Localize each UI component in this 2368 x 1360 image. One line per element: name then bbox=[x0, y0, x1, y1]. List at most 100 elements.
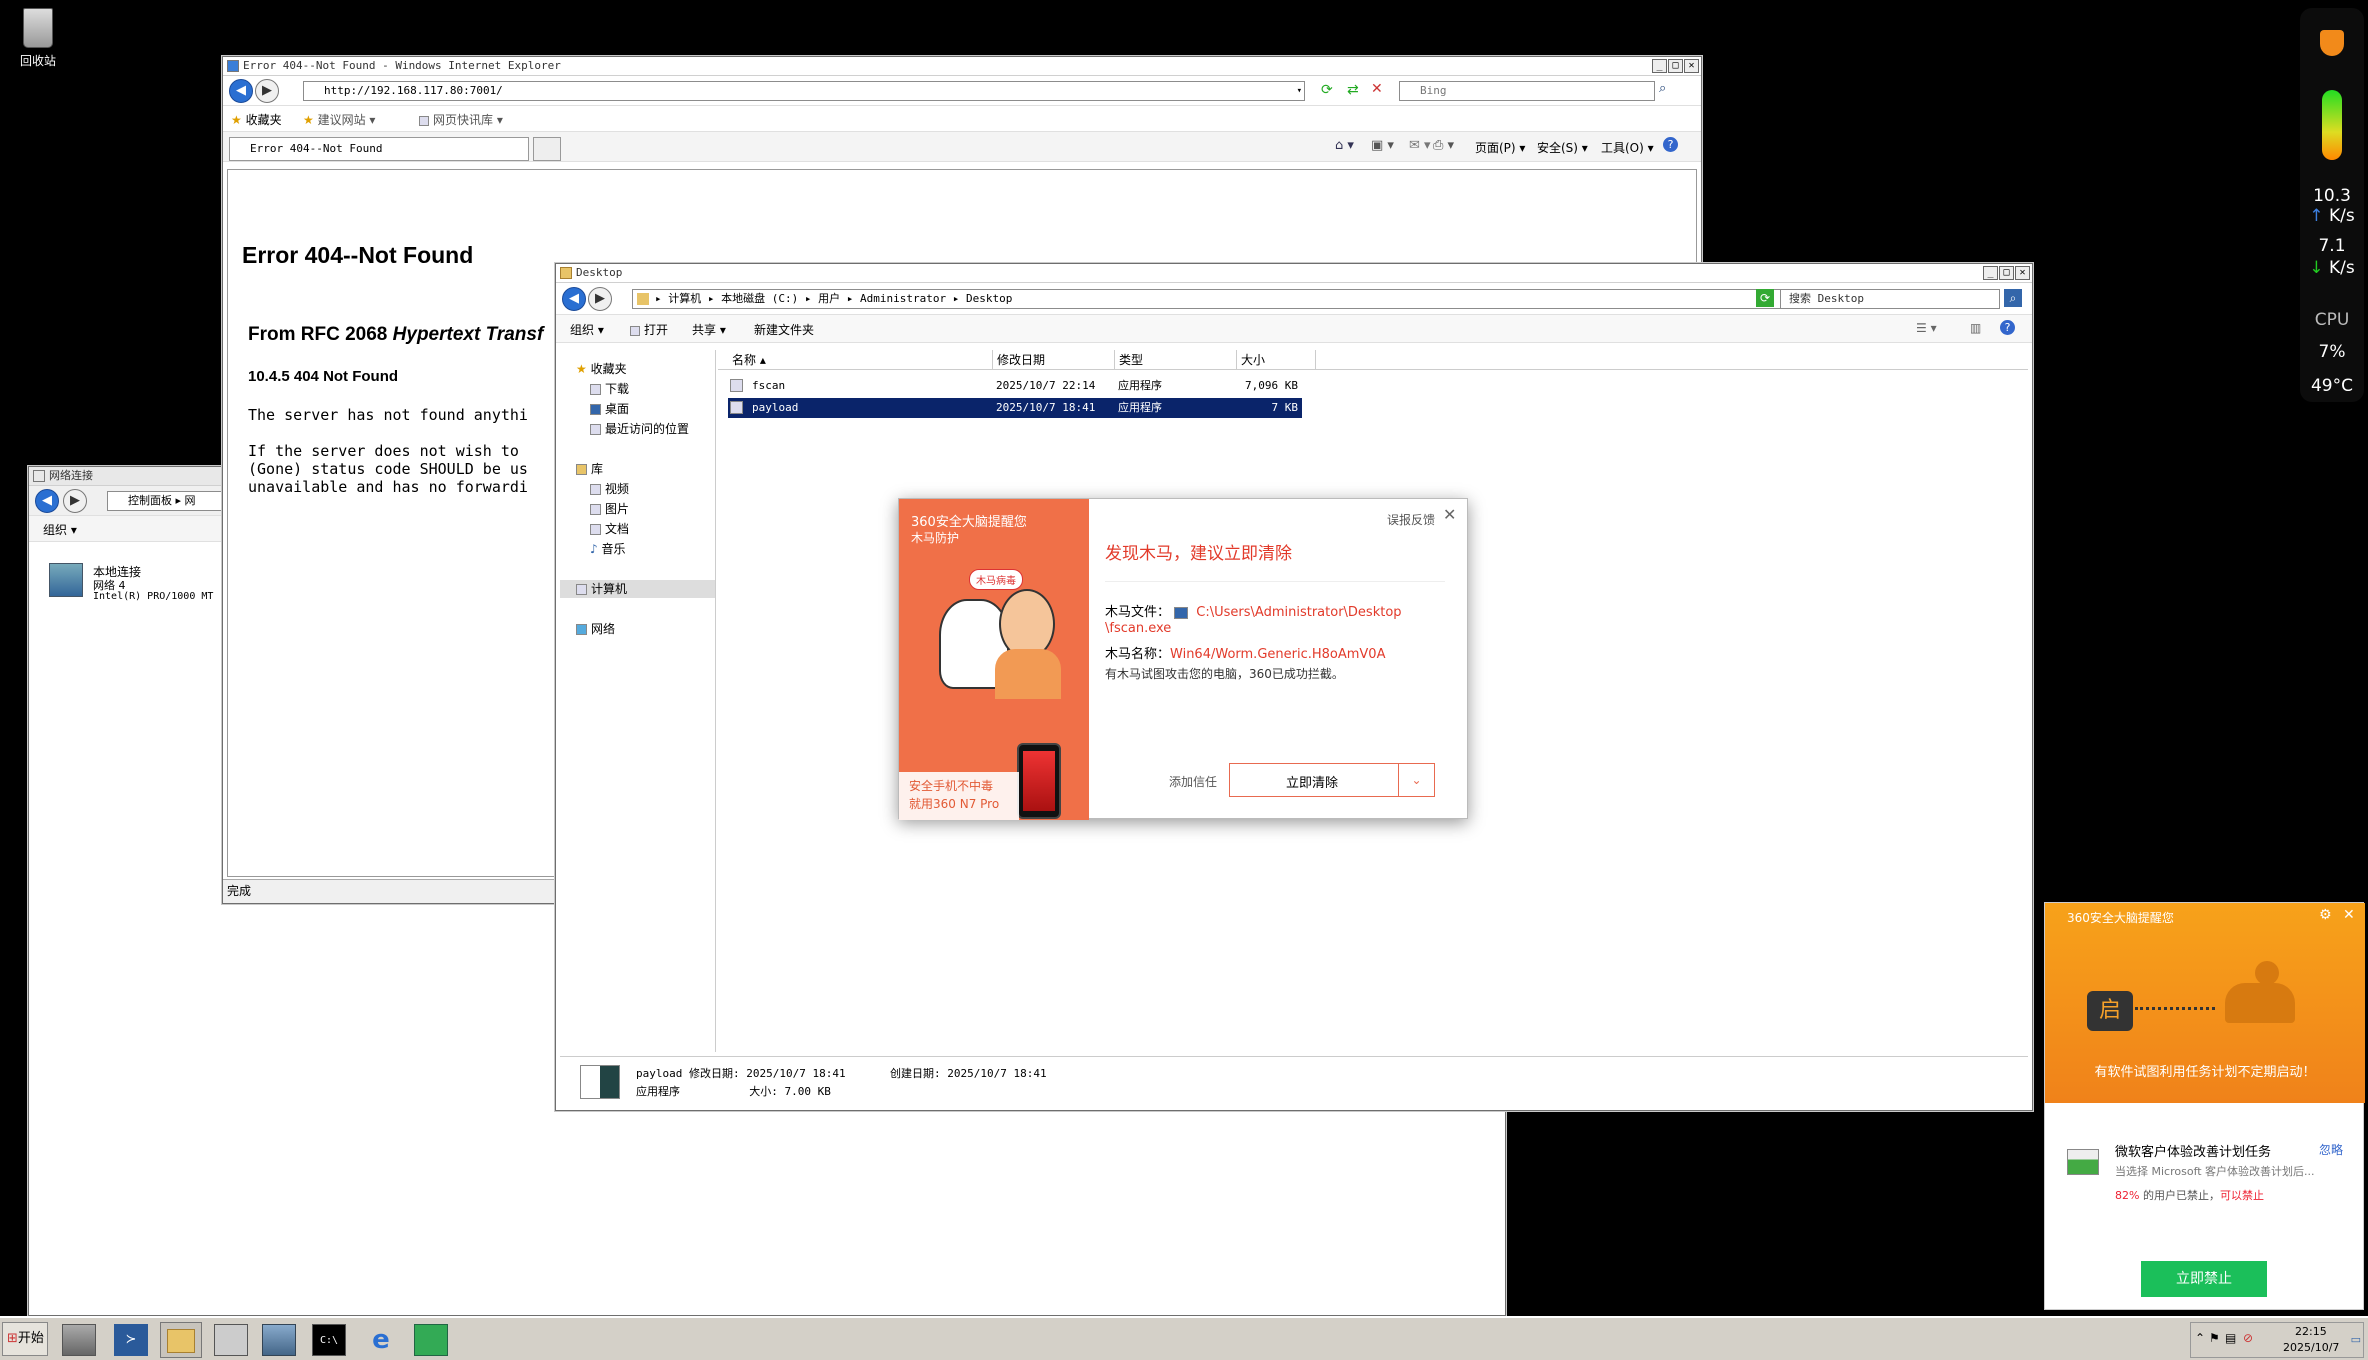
crumb-administrator[interactable]: Administrator bbox=[860, 292, 946, 305]
nav-music[interactable]: ♪ 音乐 bbox=[590, 540, 626, 557]
show-desktop-icon[interactable]: ▭ bbox=[2351, 1333, 2361, 1346]
crumb-drive[interactable]: 本地磁盘 (C:) bbox=[721, 292, 798, 305]
preview-pane-icon[interactable]: ▥ bbox=[1970, 321, 1981, 335]
close-icon[interactable]: ✕ bbox=[1443, 505, 1456, 524]
refresh-icon[interactable]: ⟳ bbox=[1321, 82, 1333, 98]
new-folder-button[interactable]: 新建文件夹 bbox=[754, 321, 814, 338]
back-button[interactable]: ◀ bbox=[229, 79, 253, 103]
tray-360-icon[interactable]: ⊘ bbox=[2243, 1331, 2253, 1345]
tools-menu[interactable]: 工具(O) ▾ bbox=[1601, 139, 1654, 156]
ignore-link[interactable]: 忽略 bbox=[2319, 1141, 2343, 1158]
nav-network[interactable]: 网络 bbox=[576, 620, 615, 637]
web-slice-link[interactable]: 网页快讯库 ▾ bbox=[419, 111, 503, 128]
nav-pictures[interactable]: 图片 bbox=[590, 500, 629, 517]
forward-button[interactable]: ▶ bbox=[63, 489, 87, 513]
taskbar-explorer-icon[interactable] bbox=[160, 1322, 202, 1358]
settings-icon[interactable]: ⚙ bbox=[2319, 907, 2332, 923]
clock-date[interactable]: 2025/10/7 bbox=[2283, 1341, 2339, 1354]
organize-button[interactable]: 组织 ▾ bbox=[570, 321, 604, 338]
maximize-button[interactable]: □ bbox=[1668, 59, 1683, 73]
close-icon[interactable]: ✕ bbox=[2343, 907, 2355, 923]
minimize-button[interactable]: _ bbox=[1983, 266, 1998, 280]
taskbar-cmd-icon[interactable]: C:\ bbox=[312, 1324, 346, 1356]
feeds-icon[interactable]: ▣ ▾ bbox=[1371, 138, 1394, 153]
organize-button[interactable]: 组织 ▾ bbox=[43, 521, 77, 538]
forward-button[interactable]: ▶ bbox=[588, 287, 612, 311]
mail-icon[interactable]: ✉ ▾ bbox=[1409, 138, 1431, 153]
breadcrumb[interactable]: ▸ 计算机 ▸ 本地磁盘 (C:) ▸ 用户 ▸ Administrator ▸… bbox=[632, 289, 1832, 309]
taskbar-server-manager-icon[interactable] bbox=[62, 1324, 96, 1356]
search-icon[interactable]: ⌕ bbox=[2004, 289, 2022, 307]
nav-desktop[interactable]: 桌面 bbox=[590, 400, 629, 417]
tab-error-404[interactable]: Error 404--Not Found bbox=[229, 137, 529, 161]
stop-icon[interactable]: ✕ bbox=[1371, 81, 1383, 97]
minimize-button[interactable]: _ bbox=[1652, 59, 1667, 73]
nav-recent[interactable]: 最近访问的位置 bbox=[590, 420, 689, 437]
clock-time[interactable]: 22:15 bbox=[2295, 1325, 2327, 1338]
back-button[interactable]: ◀ bbox=[562, 287, 586, 311]
disable-now-button[interactable]: 立即禁止 bbox=[2141, 1261, 2267, 1297]
crumb-computer[interactable]: 计算机 bbox=[668, 292, 701, 305]
nav-downloads[interactable]: 下载 bbox=[590, 380, 629, 397]
taskbar-ie-icon[interactable]: e bbox=[364, 1324, 398, 1356]
chevron-down-icon[interactable]: ⌄ bbox=[1398, 764, 1434, 796]
favorites-button[interactable]: ★ 收藏夹 bbox=[231, 111, 282, 128]
page-menu[interactable]: 页面(P) ▾ bbox=[1475, 139, 1525, 156]
title-bar[interactable]: Error 404--Not Found - Windows Internet … bbox=[223, 57, 1701, 76]
safety-menu[interactable]: 安全(S) ▾ bbox=[1537, 139, 1588, 156]
crumb-users[interactable]: 用户 bbox=[818, 292, 840, 305]
table-row[interactable]: fscan 2025/10/7 22:14 应用程序 7,096 KB bbox=[728, 376, 1302, 396]
nav-videos[interactable]: 视频 bbox=[590, 480, 629, 497]
close-button[interactable]: ✕ bbox=[1684, 59, 1699, 73]
col-modified[interactable]: 修改日期 bbox=[992, 350, 1045, 370]
help-icon[interactable]: ? bbox=[1663, 137, 1678, 152]
search-input[interactable]: Bing bbox=[1399, 81, 1655, 101]
new-tab-button[interactable] bbox=[533, 137, 561, 161]
folder-icon bbox=[560, 267, 572, 279]
nav-favorites[interactable]: ★ 收藏夹 bbox=[576, 360, 627, 377]
suggested-sites-link[interactable]: ★ 建议网站 ▾ bbox=[303, 111, 375, 128]
taskbar-network-icon[interactable] bbox=[262, 1324, 296, 1356]
forward-button[interactable]: ▶ bbox=[255, 79, 279, 103]
view-options-icon[interactable]: ☰ ▾ bbox=[1916, 321, 1937, 335]
open-button[interactable]: 打开 bbox=[630, 321, 668, 338]
360-float-widget[interactable]: 10.3 ↑ K/s 7.1 ↓ K/s CPU 7% 49°C bbox=[2300, 8, 2364, 402]
trojan-file-path[interactable]: C:\Users\Administrator\Desktop bbox=[1196, 605, 1401, 620]
print-icon[interactable]: ⎙ ▾ bbox=[1433, 138, 1454, 153]
col-name[interactable]: 名称 ▴ bbox=[732, 350, 766, 370]
back-button[interactable]: ◀ bbox=[35, 489, 59, 513]
share-button[interactable]: 共享 ▾ bbox=[692, 321, 726, 338]
nav-computer[interactable]: 计算机 bbox=[560, 580, 715, 598]
nav-documents[interactable]: 文档 bbox=[590, 520, 629, 537]
feedback-link[interactable]: 误报反馈 bbox=[1387, 511, 1435, 528]
tray-network-icon[interactable]: ▤ bbox=[2225, 1331, 2236, 1345]
nav-libraries[interactable]: 库 bbox=[576, 460, 603, 477]
table-row-selected[interactable]: payload 2025/10/7 18:41 应用程序 7 KB bbox=[728, 398, 1302, 418]
crumb-desktop[interactable]: Desktop bbox=[966, 292, 1012, 305]
maximize-button[interactable]: □ bbox=[1999, 266, 2014, 280]
help-icon[interactable]: ? bbox=[2000, 320, 2015, 335]
alert-headline: 发现木马，建议立即清除 bbox=[1105, 544, 1292, 564]
col-type[interactable]: 类型 bbox=[1114, 350, 1143, 370]
title-bar[interactable]: Desktop _ □ ✕ bbox=[556, 264, 2032, 283]
taskbar-powershell-icon[interactable]: ≻ bbox=[114, 1324, 148, 1356]
start-button[interactable]: ⊞开始 bbox=[2, 1322, 48, 1356]
taskbar-app-icon[interactable] bbox=[414, 1324, 448, 1356]
search-input[interactable]: 搜索 Desktop bbox=[1780, 289, 2000, 309]
dropdown-icon[interactable]: ▾ bbox=[1297, 82, 1302, 100]
chain-illustration bbox=[2135, 1007, 2215, 1015]
tray-expand-icon[interactable]: ⌃ bbox=[2195, 1331, 2205, 1345]
close-button[interactable]: ✕ bbox=[2015, 266, 2030, 280]
home-icon[interactable]: ⌂ ▾ bbox=[1335, 138, 1354, 153]
refresh-icon[interactable]: ⟳ bbox=[1756, 289, 1774, 307]
clean-now-button[interactable]: 立即清除 ⌄ bbox=[1229, 763, 1435, 797]
col-size[interactable]: 大小 bbox=[1236, 350, 1316, 370]
taskbar-window-icon[interactable] bbox=[214, 1324, 248, 1356]
url-field[interactable]: http://192.168.117.80:7001/ ▾ bbox=[303, 81, 1305, 101]
tray-flag-icon[interactable]: ⚑ bbox=[2209, 1331, 2220, 1345]
compat-icon[interactable]: ⇄ bbox=[1347, 82, 1359, 98]
trojan-name: Win64/Worm.Generic.H8oAmV0A bbox=[1170, 647, 1386, 662]
add-trust-button[interactable]: 添加信任 bbox=[1169, 773, 1217, 790]
recycle-bin[interactable]: 回收站 bbox=[12, 8, 64, 69]
search-icon[interactable]: ⌕ bbox=[1659, 81, 1666, 96]
